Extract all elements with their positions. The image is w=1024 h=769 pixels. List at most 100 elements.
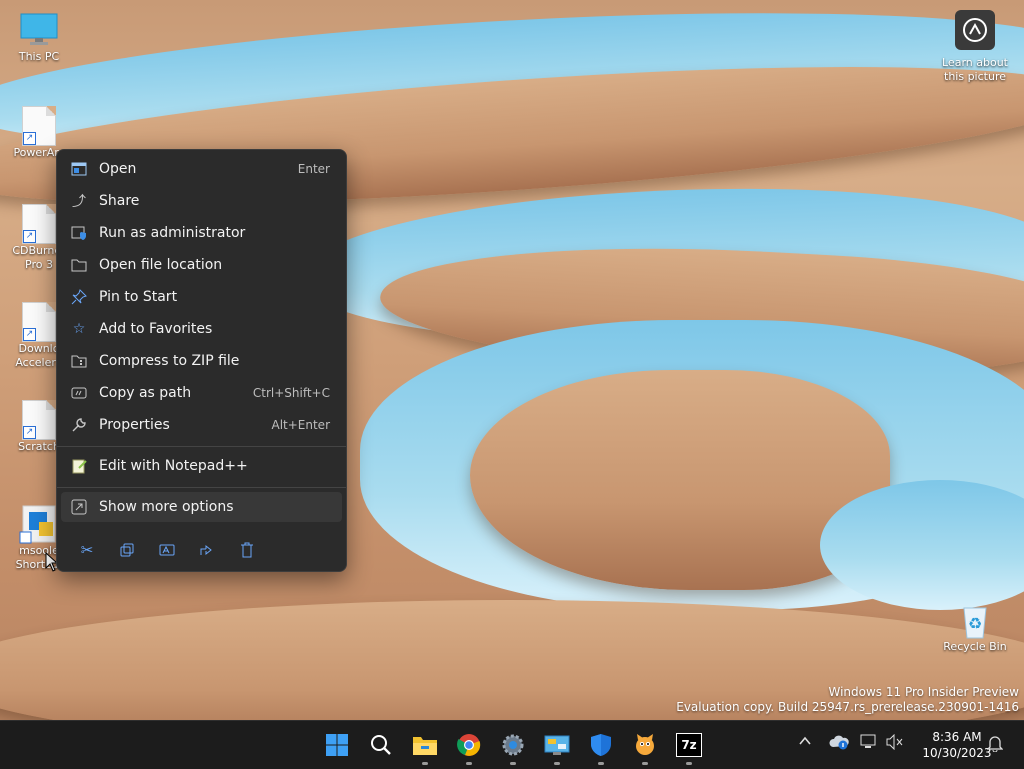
chrome-button[interactable] [453, 729, 485, 765]
shortcut-arrow-icon: ↗ [23, 132, 36, 145]
file-icon: ↗ [22, 400, 56, 440]
menu-item-open[interactable]: Open Enter [61, 154, 342, 184]
menu-item-label: Edit with Notepad++ [99, 458, 248, 474]
running-indicator [466, 762, 472, 765]
shortcut-arrow-icon: ↗ [23, 230, 36, 243]
search-icon [371, 735, 391, 755]
volume-tray-button[interactable] [886, 733, 904, 754]
menu-item-add-to-favorites[interactable]: ☆ Add to Favorites [61, 314, 342, 344]
search-button[interactable] [365, 729, 397, 761]
quick-actions-bar: ✂ [67, 536, 267, 564]
watermark-line-1: Windows 11 Pro Insider Preview [828, 685, 1019, 699]
running-indicator [686, 762, 692, 765]
menu-item-label: Copy as path [99, 385, 192, 401]
svg-text:♻: ♻ [968, 614, 982, 633]
copy-path-icon [70, 384, 88, 402]
settings-button[interactable] [497, 729, 529, 765]
star-icon: ☆ [72, 321, 86, 337]
windows-logo-icon [326, 734, 348, 756]
file-explorer-button[interactable] [409, 729, 441, 765]
expand-icon [70, 498, 88, 516]
menu-item-label: Open [99, 161, 137, 177]
share-icon[interactable] [187, 536, 227, 564]
file-icon: ↗ [22, 302, 56, 342]
learn-line-2: this picture [944, 70, 1006, 83]
menu-separator [57, 487, 346, 488]
folder-icon [413, 737, 437, 755]
compass-icon [955, 10, 995, 50]
cloud-icon [829, 735, 849, 750]
notepad-plus-plus-icon [70, 457, 88, 475]
menu-item-pin-to-start[interactable]: Pin to Start [61, 282, 342, 312]
onedrive-tray-button[interactable] [828, 734, 850, 754]
windows-security-button[interactable] [585, 729, 617, 765]
build-watermark: Windows 11 Pro Insider Preview Evaluatio… [676, 685, 1019, 715]
scratch-cat-icon [636, 734, 654, 755]
learn-line-1: Learn about [942, 56, 1008, 69]
control-panel-button[interactable] [541, 729, 573, 765]
desktop-icon-label: This PC [18, 50, 60, 63]
recycle-bin-icon: ♻ [955, 600, 995, 640]
folder-icon [70, 256, 88, 274]
volume-muted-icon [886, 733, 903, 751]
file-icon: ↗ [22, 204, 56, 244]
running-indicator [554, 762, 560, 765]
start-button[interactable] [321, 729, 353, 761]
scratch-button[interactable] [629, 729, 661, 765]
taskbar: 7z 8:36 AM 10/30/2023 [0, 720, 1024, 769]
menu-item-label: Pin to Start [99, 289, 178, 305]
setup-app-icon [19, 504, 59, 544]
rename-icon[interactable] [147, 536, 187, 564]
menu-item-label: Add to Favorites [99, 321, 213, 337]
menu-item-label: Open file location [99, 257, 223, 273]
menu-item-label: Compress to ZIP file [99, 353, 240, 369]
menu-item-properties[interactable]: Properties Alt+Enter [61, 410, 342, 440]
menu-item-label: Properties [99, 417, 170, 433]
shortcut-arrow-icon: ↗ [23, 328, 36, 341]
monitor-icon [19, 10, 59, 50]
delete-icon[interactable] [227, 536, 267, 564]
wrench-icon [70, 416, 88, 434]
sevenzip-button[interactable]: 7z [673, 729, 705, 765]
file-icon: ↗ [22, 106, 56, 146]
menu-item-show-more-options[interactable]: Show more options [61, 492, 342, 522]
menu-item-copy-as-path[interactable]: Copy as path Ctrl+Shift+C [61, 378, 342, 408]
open-window-icon [70, 160, 88, 178]
chrome-icon [457, 734, 481, 756]
watermark-line-2: Evaluation copy. Build 25947.rs_prerelea… [676, 700, 1019, 714]
chevron-up-icon [799, 736, 811, 745]
pin-icon [70, 288, 88, 306]
menu-separator [57, 446, 346, 447]
menu-item-share[interactable]: ⤴ Share [61, 186, 342, 216]
menu-item-label: Run as administrator [99, 225, 246, 241]
desktop-icon-this-pc[interactable]: This PC [1, 10, 77, 64]
shield-icon [591, 734, 611, 756]
running-indicator [642, 762, 648, 765]
menu-item-run-as-administrator[interactable]: Run as administrator [61, 218, 342, 248]
learn-about-picture[interactable]: Learn about this picture [937, 10, 1013, 84]
network-icon [860, 734, 876, 748]
desktop-icon-recycle-bin[interactable]: ♻ Recycle Bin [937, 600, 1013, 654]
context-menu: Open Enter ⤴ Share Run as administrator … [56, 149, 347, 572]
gear-icon [502, 734, 524, 756]
menu-item-label: Show more options [99, 499, 234, 515]
menu-item-shortcut: Ctrl+Shift+C [252, 386, 330, 400]
running-indicator [510, 762, 516, 765]
running-indicator [422, 762, 428, 765]
cut-icon[interactable]: ✂ [67, 536, 107, 564]
menu-item-edit-with-notepad-plus-plus[interactable]: Edit with Notepad++ [61, 451, 342, 481]
bell-icon [986, 736, 1004, 753]
share-icon: ⤴ [72, 194, 86, 210]
desktop-icon-label: Recycle Bin [943, 640, 1007, 653]
menu-item-open-file-location[interactable]: Open file location [61, 250, 342, 280]
notifications-button[interactable] [986, 734, 1004, 756]
control-panel-icon [544, 735, 570, 755]
shield-icon [70, 224, 88, 242]
network-tray-button[interactable] [860, 734, 878, 754]
menu-item-compress-to-zip[interactable]: Compress to ZIP file [61, 346, 342, 376]
show-hidden-icons-button[interactable] [798, 734, 812, 752]
shortcut-arrow-icon: ↗ [23, 426, 36, 439]
sevenzip-icon: 7z [676, 733, 702, 757]
copy-icon[interactable] [107, 536, 147, 564]
menu-item-shortcut: Enter [297, 162, 330, 176]
